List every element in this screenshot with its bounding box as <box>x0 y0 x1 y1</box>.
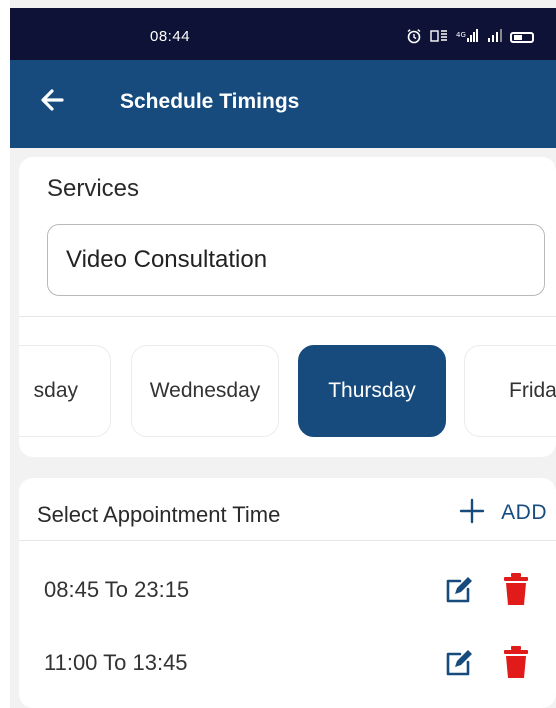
divider <box>19 316 556 317</box>
status-icons: 4G <box>406 28 534 47</box>
data-icon <box>430 29 448 46</box>
signal-icon: 4G <box>456 29 478 46</box>
day-chip-label: Thursday <box>328 379 416 402</box>
add-time-button[interactable]: ADD <box>459 496 547 530</box>
edit-icon[interactable] <box>442 572 476 606</box>
divider <box>19 540 556 541</box>
services-card: Services Video Consultation sday Wednesd… <box>19 157 556 457</box>
day-chip-label: Wednesday <box>149 379 261 402</box>
day-chip-wednesday[interactable]: Wednesday <box>131 345 279 437</box>
app-screen: 08:44 4G Schedule Timings Services Video… <box>10 0 556 708</box>
appointment-time-header: Select Appointment Time <box>37 502 281 527</box>
time-slot-row: 08:45 To 23:15 <box>19 560 556 620</box>
alarm-icon <box>406 28 422 47</box>
back-arrow-icon[interactable] <box>36 82 72 118</box>
day-chip-friday[interactable]: Frida <box>464 345 556 437</box>
wifi-signal-icon <box>486 29 502 46</box>
time-slot-text: 11:00 To 13:45 <box>44 650 188 675</box>
edit-icon[interactable] <box>442 645 476 679</box>
svg-text:4G: 4G <box>456 31 466 39</box>
delete-icon[interactable] <box>501 645 531 679</box>
service-select-field[interactable]: Video Consultation <box>47 224 545 296</box>
page-title: Schedule Timings <box>120 90 300 113</box>
battery-icon <box>510 32 534 43</box>
status-bar: 08:44 4G <box>10 8 556 60</box>
day-chip-thursday[interactable]: Thursday <box>298 345 446 437</box>
status-time: 08:44 <box>150 28 191 45</box>
day-selector[interactable]: sday Wednesday Thursday Frida <box>19 345 556 439</box>
time-slot-text: 08:45 To 23:15 <box>44 577 190 602</box>
delete-icon[interactable] <box>501 572 531 606</box>
app-bar: Schedule Timings <box>10 60 556 148</box>
add-label: ADD <box>501 501 547 524</box>
services-label: Services <box>47 175 140 202</box>
day-chip-label: sday <box>33 379 78 402</box>
day-chip-label: Frida <box>509 379 556 402</box>
plus-icon <box>459 496 485 530</box>
day-chip-tuesday[interactable]: sday <box>19 345 111 437</box>
appointment-time-card: Select Appointment Time ADD 08:45 To 23:… <box>19 478 556 708</box>
time-slot-row: 11:00 To 13:45 <box>19 633 556 693</box>
